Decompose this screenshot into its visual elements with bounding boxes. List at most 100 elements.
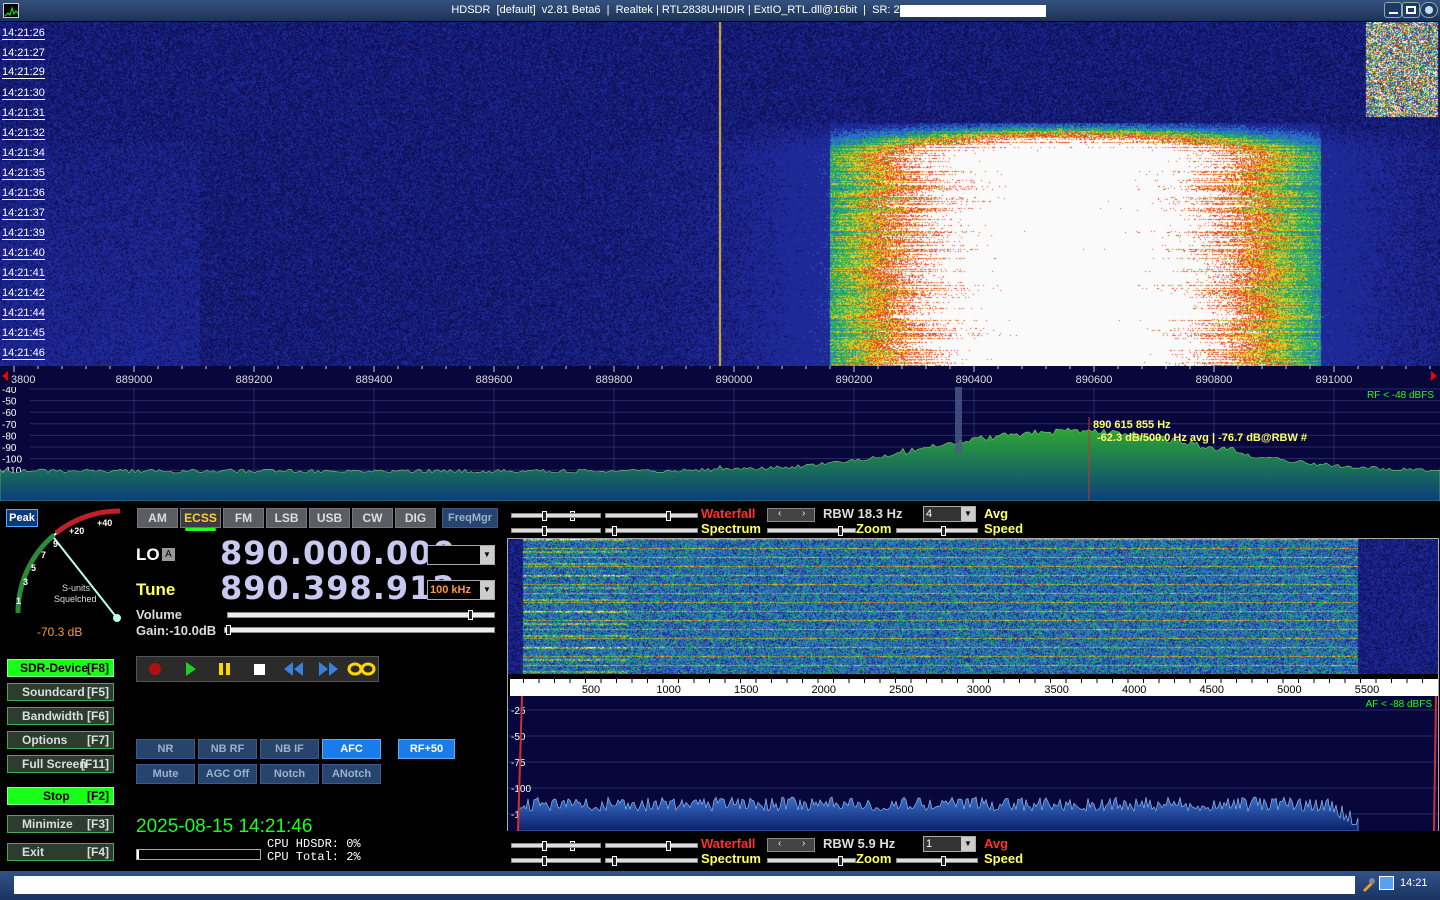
rf-slider-3-knob[interactable] <box>542 511 547 521</box>
fast-forward-icon[interactable] <box>318 662 338 676</box>
left-button-stop[interactable]: Stop [F2] <box>7 787 114 805</box>
rf-speed-slider[interactable] <box>896 526 978 536</box>
af-speed-slider[interactable] <box>896 856 978 866</box>
af-tick: 2000 <box>812 684 836 696</box>
volume-slider[interactable] <box>227 610 495 620</box>
record-icon[interactable] <box>149 663 161 675</box>
rf50-button[interactable]: RF+50 <box>398 739 455 759</box>
rf-zoom-slider-a-knob[interactable] <box>542 526 547 536</box>
pause-icon[interactable] <box>218 662 232 676</box>
mode-button-am[interactable]: AM <box>137 508 178 528</box>
rf-zoom-slider-b[interactable] <box>605 526 698 536</box>
left-button-sdr-device[interactable]: SDR-Device [F8] <box>7 659 114 677</box>
lo-step-select[interactable]: ▼ <box>427 545 495 565</box>
left-button-soundcard[interactable]: Soundcard [F5] <box>7 683 114 701</box>
waterfall-time-label: 14:21:29 <box>2 66 45 79</box>
rf-spectrum[interactable]: -40-50-60-70-80-90-100-110-120-130-140RF… <box>0 387 1440 501</box>
rf-slider-3[interactable] <box>511 511 601 521</box>
dropdown-arrow-icon[interactable]: ▼ <box>961 507 975 521</box>
dsp-notch-button[interactable]: Notch <box>260 764 319 784</box>
rf-avg-value: 4 <box>926 508 933 520</box>
rf-waterfall-arrows[interactable]: ‹ › <box>767 508 815 522</box>
freqmgr-button[interactable]: FreqMgr <box>442 508 498 528</box>
left-button-key: [F7] <box>87 733 109 747</box>
left-button-full-screen[interactable]: Full Screen [F11] <box>7 755 114 773</box>
rewind-icon[interactable] <box>284 662 304 676</box>
waterfall-time-label: 14:21:31 <box>2 107 45 120</box>
af-slider-2-knob[interactable] <box>666 841 671 851</box>
rf-zoom-slider-knob[interactable] <box>838 526 843 536</box>
smeter-tick-7: 7 <box>41 550 47 560</box>
left-button-exit[interactable]: Exit [F4] <box>7 843 114 861</box>
af-zoom-slider-a[interactable] <box>511 856 601 866</box>
af-spectrum[interactable]: -25-50-75-100-125AF < -88 dBFS <box>508 696 1438 831</box>
rf-slider-2-knob[interactable] <box>666 511 671 521</box>
waterfall-time-label: 14:21:27 <box>2 47 45 60</box>
freq-tick: 890400 <box>956 374 993 386</box>
mode-button-ecss[interactable]: ECSS <box>180 508 221 528</box>
freq-tick: 890800 <box>1196 374 1233 386</box>
taskbar-input[interactable] <box>14 876 1355 894</box>
lo-frequency[interactable]: 890.000.000 <box>220 534 456 572</box>
dsp-mute-button[interactable]: Mute <box>136 764 195 784</box>
waterfall-time-label: 14:21:37 <box>2 207 45 220</box>
maximize-window-icon[interactable] <box>1402 2 1420 18</box>
stop-icon[interactable] <box>254 664 265 675</box>
af-zoom-slider[interactable] <box>767 856 856 866</box>
tune-frequency[interactable]: 890.398.912 <box>220 569 456 607</box>
left-button-options[interactable]: Options [F7] <box>7 731 114 749</box>
dsp-agc-off-button[interactable]: AGC Off <box>198 764 257 784</box>
dsp-nb-if-button[interactable]: NB IF <box>260 739 319 759</box>
tune-step-select[interactable]: 100 kHz ▼ <box>427 580 495 600</box>
dsp-nr-button[interactable]: NR <box>136 739 195 759</box>
rf-zoom-slider-b-knob[interactable] <box>612 526 617 536</box>
rf-zoom-slider[interactable] <box>767 526 856 536</box>
left-button-bandwidth[interactable]: Bandwidth [F6] <box>7 707 114 725</box>
loop-icon[interactable] <box>347 661 376 677</box>
af-slider-3[interactable] <box>511 841 601 851</box>
af-speed-slider-knob[interactable] <box>941 856 946 866</box>
title-input-box <box>900 5 1046 17</box>
af-waterfall[interactable] <box>508 539 1438 674</box>
tray-network-icon[interactable] <box>1379 876 1394 890</box>
af-slider-2[interactable] <box>605 841 698 851</box>
af-tick: 4000 <box>1122 684 1146 696</box>
mode-button-cw[interactable]: CW <box>352 508 393 528</box>
af-zoom-slider-b-knob[interactable] <box>612 856 617 866</box>
lo-badge[interactable]: A <box>162 548 175 561</box>
minimize-window-icon[interactable] <box>1384 2 1402 18</box>
left-button-minimize[interactable]: Minimize [F3] <box>7 815 114 833</box>
close-window-icon[interactable] <box>1420 2 1438 18</box>
rf-frequency-scale[interactable]: 3800 889000 889200 889400 889600 889800 890000… <box>0 366 1440 387</box>
peak-toggle[interactable]: Peak <box>6 509 38 527</box>
af-waterfall-arrows[interactable]: ‹ › <box>767 838 815 852</box>
rf-speed-slider-knob[interactable] <box>941 526 946 536</box>
db-label: -70 <box>2 420 17 431</box>
smeter-tick-5: 5 <box>31 563 37 573</box>
af-frequency-scale[interactable]: 500 1000 1500 2000 2500 3000 3500 4000 4500 5000 5… <box>508 679 1438 696</box>
play-icon[interactable] <box>185 662 197 676</box>
mode-button-usb[interactable]: USB <box>309 508 350 528</box>
rf-waterfall[interactable] <box>0 22 1440 366</box>
af-avg-select[interactable]: 1 ▼ <box>923 836 976 852</box>
waterfall-time-label: 14:21:42 <box>2 287 45 300</box>
af-zoom-slider-b[interactable] <box>605 856 698 866</box>
dsp-afc-button[interactable]: AFC <box>322 739 381 759</box>
mode-button-dig[interactable]: DIG <box>395 508 436 528</box>
db-label: -100 <box>2 455 22 466</box>
dropdown-arrow-icon[interactable]: ▼ <box>961 837 975 851</box>
left-button-key: [F8] <box>87 661 109 675</box>
af-zoom-slider-knob[interactable] <box>838 856 843 866</box>
mode-button-fm[interactable]: FM <box>223 508 264 528</box>
dsp-nb-rf-button[interactable]: NB RF <box>198 739 257 759</box>
af-zoom-slider-a-knob[interactable] <box>542 856 547 866</box>
dsp-anotch-button[interactable]: ANotch <box>322 764 381 784</box>
mode-button-lsb[interactable]: LSB <box>266 508 307 528</box>
rf-avg-select[interactable]: 4 ▼ <box>923 506 976 522</box>
left-button-label: Soundcard <box>22 685 85 699</box>
gain-slider[interactable] <box>224 625 495 635</box>
af-slider-3-knob[interactable] <box>542 841 547 851</box>
tray-tool-icon[interactable] <box>1360 877 1376 893</box>
rf-zoom-slider-a[interactable] <box>511 526 601 536</box>
rf-slider-2[interactable] <box>605 511 698 521</box>
